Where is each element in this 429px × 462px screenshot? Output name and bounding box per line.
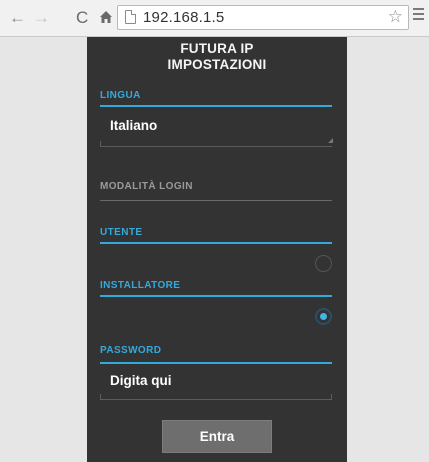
forward-arrow-icon[interactable]: → (33, 8, 50, 28)
installer-radio[interactable] (315, 308, 332, 325)
user-option-divider (100, 242, 332, 244)
address-bar-url: 192.168.1.5 (143, 9, 225, 26)
back-arrow-icon[interactable]: ← (9, 8, 26, 28)
password-input-border (100, 399, 332, 400)
input-right-tick (331, 394, 332, 399)
page-icon (125, 10, 136, 24)
language-select-border (100, 146, 332, 147)
page-title: FUTURA IP (180, 41, 254, 56)
enter-button[interactable]: Entra (162, 420, 272, 453)
address-bar[interactable]: 192.168.1.5 ☆ (117, 5, 409, 30)
installer-option-divider (100, 295, 332, 297)
language-divider (100, 105, 332, 107)
password-divider (100, 362, 332, 364)
language-value: Italiano (110, 118, 158, 133)
browser-menu-icon[interactable] (413, 8, 424, 23)
input-left-tick (100, 394, 101, 399)
user-option-label[interactable]: UTENTE (100, 227, 142, 238)
settings-panel: FUTURA IP IMPOSTAZIONI LINGUA Italiano M… (87, 37, 347, 462)
browser-toolbar: ← → C 192.168.1.5 ☆ (0, 0, 429, 37)
password-label: PASSWORD (100, 345, 162, 356)
login-mode-divider (100, 200, 332, 201)
password-placeholder: Digita qui (110, 373, 172, 388)
select-left-tick (100, 141, 101, 146)
reload-icon[interactable]: C (76, 8, 88, 28)
select-resize-icon (328, 138, 333, 143)
user-radio[interactable] (315, 255, 332, 272)
installer-option-label[interactable]: INSTALLATORE (100, 280, 180, 291)
language-label: LINGUA (100, 90, 141, 101)
bookmark-star-icon[interactable]: ☆ (388, 7, 403, 27)
home-icon[interactable] (99, 9, 113, 29)
login-mode-label: MODALITÀ LOGIN (100, 181, 193, 192)
page-subtitle: IMPOSTAZIONI (167, 57, 267, 72)
